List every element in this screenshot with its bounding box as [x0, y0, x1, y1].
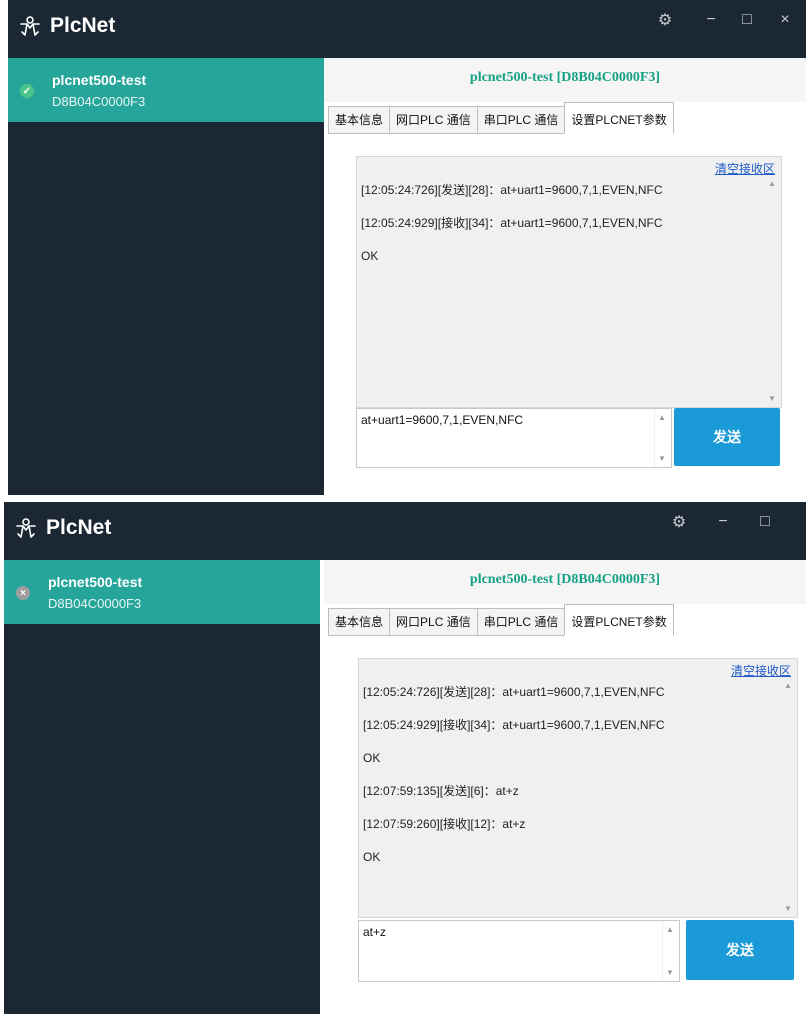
log-scrollbar[interactable]: ▲ ▼ — [765, 175, 781, 407]
header-strip: plcnet500-test [D8B04C0000F3] — [324, 58, 806, 102]
plcnet-logo-icon — [16, 518, 36, 538]
input-scrollbar[interactable]: ▲ ▼ — [654, 409, 671, 467]
tab-ethernet-plc[interactable]: 网口PLC 通信 — [389, 608, 477, 636]
device-sidebar: × plcnet500-test D8B04C0000F3 — [4, 560, 320, 1014]
input-scrollbar[interactable]: ▲ ▼ — [662, 921, 679, 981]
gear-icon: ⚙ — [657, 12, 673, 29]
tab-serial-plc[interactable]: 串口PLC 通信 — [476, 608, 565, 636]
scroll-up-arrow-icon[interactable]: ▲ — [658, 413, 666, 422]
log-line: OK — [363, 751, 381, 765]
log-line: [12:07:59:135][发送][6]：at+z — [363, 784, 519, 798]
log-line: [12:05:24:726][发送][28]：at+uart1=9600,7,1… — [363, 685, 665, 699]
settings-button[interactable]: ⚙ — [660, 502, 698, 542]
close-button[interactable]: × — [766, 0, 804, 40]
plcnet-logo-icon — [20, 16, 40, 36]
connected-status-icon: ✓ — [20, 84, 34, 98]
send-button[interactable]: 发送 — [674, 408, 780, 466]
tab-basic-info[interactable]: 基本信息 — [328, 106, 390, 134]
app-window-1: PlcNet ⚙ − □ × ✓ plcnet500-test D8B04C00… — [8, 0, 806, 495]
scroll-down-arrow-icon[interactable]: ▼ — [768, 394, 776, 403]
log-lines: [12:05:24:726][发送][28]：at+uart1=9600,7,1… — [361, 177, 761, 276]
tab-serial-plc[interactable]: 串口PLC 通信 — [476, 106, 565, 134]
log-lines: [12:05:24:726][发送][28]：at+uart1=9600,7,1… — [363, 679, 777, 877]
receive-log-area[interactable]: 清空接收区 [12:05:24:726][发送][28]：at+uart1=96… — [358, 658, 798, 918]
log-line: [12:05:24:929][接收][34]：at+uart1=9600,7,1… — [363, 718, 665, 732]
receive-log-area[interactable]: 清空接收区 [12:05:24:726][发送][28]：at+uart1=96… — [356, 156, 782, 408]
command-input-value: at+z — [363, 925, 387, 939]
tab-plcnet-settings[interactable]: 设置PLCNET参数 — [564, 102, 674, 134]
device-list-item[interactable]: × plcnet500-test D8B04C0000F3 — [4, 560, 320, 624]
app-logo: PlcNet — [18, 14, 115, 38]
device-id: D8B04C0000F3 — [48, 596, 142, 611]
log-line: OK — [361, 249, 379, 263]
minimize-button[interactable]: − — [692, 0, 730, 40]
main-content: plcnet500-test [D8B04C0000F3] 基本信息 网口PLC… — [324, 58, 806, 495]
tab-basic-info[interactable]: 基本信息 — [328, 608, 390, 636]
title-bar: PlcNet ⚙ − □ × — [8, 0, 806, 58]
app-title: PlcNet — [46, 516, 112, 539]
gear-icon: ⚙ — [671, 514, 687, 531]
app-title: PlcNet — [50, 14, 116, 37]
settings-button[interactable]: ⚙ — [646, 0, 684, 40]
main-content: plcnet500-test [D8B04C0000F3] 基本信息 网口PLC… — [324, 560, 806, 1014]
scroll-up-arrow-icon[interactable]: ▲ — [768, 179, 776, 188]
command-input[interactable]: at+z ▲ ▼ — [358, 920, 680, 982]
device-sidebar: ✓ plcnet500-test D8B04C0000F3 — [8, 58, 324, 495]
disconnected-status-icon: × — [16, 586, 30, 600]
log-line: [12:05:24:726][发送][28]：at+uart1=9600,7,1… — [361, 183, 663, 197]
device-header: plcnet500-test [D8B04C0000F3] — [469, 572, 661, 587]
log-line: [12:07:59:260][接收][12]：at+z — [363, 817, 526, 831]
maximize-button[interactable]: □ — [728, 0, 766, 40]
device-id: D8B04C0000F3 — [52, 94, 146, 109]
title-bar: PlcNet ⚙ − □ — [4, 502, 806, 560]
log-line: [12:05:24:929][接收][34]：at+uart1=9600,7,1… — [361, 216, 663, 230]
scroll-up-arrow-icon[interactable]: ▲ — [666, 925, 674, 934]
device-name: plcnet500-test — [48, 574, 143, 590]
tab-bar: 基本信息 网口PLC 通信 串口PLC 通信 设置PLCNET参数 — [328, 102, 674, 134]
command-input[interactable]: at+uart1=9600,7,1,EVEN,NFC ▲ ▼ — [356, 408, 672, 468]
device-list-item[interactable]: ✓ plcnet500-test D8B04C0000F3 — [8, 58, 324, 122]
scroll-down-arrow-icon[interactable]: ▼ — [666, 968, 674, 977]
app-window-2: PlcNet ⚙ − □ × plcnet500-test D8B04C0000… — [4, 502, 806, 1014]
send-button[interactable]: 发送 — [686, 920, 794, 980]
scroll-down-arrow-icon[interactable]: ▼ — [784, 904, 792, 913]
log-line: OK — [363, 850, 381, 864]
scroll-down-arrow-icon[interactable]: ▼ — [658, 454, 666, 463]
device-name: plcnet500-test — [52, 72, 147, 88]
header-strip: plcnet500-test [D8B04C0000F3] — [324, 560, 806, 604]
minimize-button[interactable]: − — [704, 502, 742, 542]
log-scrollbar[interactable]: ▲ ▼ — [781, 677, 797, 917]
tab-bar: 基本信息 网口PLC 通信 串口PLC 通信 设置PLCNET参数 — [328, 604, 674, 636]
tab-plcnet-settings[interactable]: 设置PLCNET参数 — [564, 604, 674, 636]
device-header: plcnet500-test [D8B04C0000F3] — [469, 70, 661, 85]
scroll-up-arrow-icon[interactable]: ▲ — [784, 681, 792, 690]
app-logo: PlcNet — [14, 516, 111, 540]
command-input-value: at+uart1=9600,7,1,EVEN,NFC — [361, 413, 524, 427]
maximize-button[interactable]: □ — [746, 502, 784, 542]
tab-ethernet-plc[interactable]: 网口PLC 通信 — [389, 106, 477, 134]
